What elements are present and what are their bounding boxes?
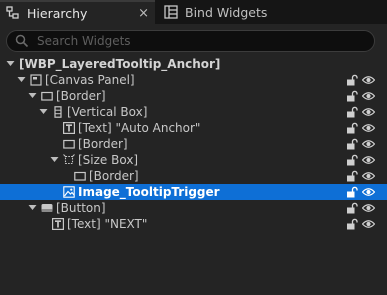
- search-input[interactable]: [37, 34, 357, 48]
- expand-arrow-icon[interactable]: [17, 75, 26, 84]
- visibility-eye-icon[interactable]: [362, 187, 375, 197]
- tree-row-label: [Border]: [89, 169, 139, 183]
- tree-row-label: [WBP_LayeredTooltip_Anchor]: [19, 57, 221, 71]
- tree-row-label: [Button]: [56, 201, 106, 215]
- tree-row-label: [Text] "Auto Anchor": [78, 121, 201, 135]
- expand-arrow-icon[interactable]: [6, 59, 15, 68]
- visibility-eye-icon[interactable]: [362, 123, 375, 133]
- tab-hierarchy[interactable]: Hierarchy ×: [0, 0, 155, 24]
- button-icon: [41, 204, 53, 212]
- unlock-icon[interactable]: [346, 202, 358, 214]
- unlock-icon[interactable]: [346, 90, 358, 102]
- canvas-panel-icon: [30, 74, 42, 86]
- tree-row-label: [Canvas Panel]: [45, 73, 135, 87]
- border-icon: [74, 171, 86, 181]
- expand-arrow-icon[interactable]: [50, 155, 59, 164]
- visibility-eye-icon[interactable]: [362, 107, 375, 117]
- vertical-box-icon: [54, 106, 62, 118]
- size-box-icon: [63, 154, 75, 165]
- tree-row-label: [Border]: [78, 137, 128, 151]
- tree-row[interactable]: [Text] "Auto Anchor": [0, 120, 387, 136]
- tree-row[interactable]: [Vertical Box]: [0, 104, 387, 120]
- expand-arrow-icon[interactable]: [28, 203, 37, 212]
- tree-row[interactable]: [Canvas Panel]: [0, 72, 387, 88]
- visibility-eye-icon[interactable]: [362, 139, 375, 149]
- text-icon: [63, 122, 75, 134]
- tree-row[interactable]: Image_TooltipTrigger: [0, 184, 387, 200]
- unlock-icon[interactable]: [346, 218, 358, 230]
- tree-row-label: [Size Box]: [78, 153, 139, 167]
- visibility-eye-icon[interactable]: [362, 171, 375, 181]
- tree-row[interactable]: [Border]: [0, 136, 387, 152]
- border-icon: [41, 91, 53, 101]
- unlock-icon[interactable]: [346, 106, 358, 118]
- text-icon: [52, 218, 64, 230]
- tree-row[interactable]: [Text] "NEXT": [0, 216, 387, 232]
- unlock-icon[interactable]: [346, 138, 358, 150]
- tab-bar: Hierarchy × Bind Widgets: [0, 0, 387, 24]
- tree-row[interactable]: [Border]: [0, 168, 387, 184]
- border-icon: [63, 139, 75, 149]
- tree-row[interactable]: [Button]: [0, 200, 387, 216]
- tree-root-row[interactable]: [WBP_LayeredTooltip_Anchor]: [0, 56, 387, 72]
- unlock-icon[interactable]: [346, 170, 358, 182]
- tab-bind-widgets[interactable]: Bind Widgets: [158, 0, 358, 24]
- search-box: [6, 30, 375, 52]
- tab-label: Bind Widgets: [185, 4, 268, 20]
- hierarchy-panel: [WBP_LayeredTooltip_Anchor] [Canvas Panel…: [0, 24, 387, 295]
- unlock-icon[interactable]: [346, 154, 358, 166]
- visibility-eye-icon[interactable]: [362, 155, 375, 165]
- image-icon: [63, 186, 75, 198]
- expand-arrow-icon[interactable]: [28, 91, 37, 100]
- unlock-icon[interactable]: [346, 186, 358, 198]
- tab-label: Hierarchy: [27, 5, 88, 21]
- tree-row[interactable]: [Border]: [0, 88, 387, 104]
- visibility-eye-icon[interactable]: [362, 219, 375, 229]
- bind-widgets-icon: [164, 5, 178, 19]
- tree-row[interactable]: [Size Box]: [0, 152, 387, 168]
- unlock-icon[interactable]: [346, 74, 358, 86]
- visibility-eye-icon[interactable]: [362, 91, 375, 101]
- visibility-eye-icon[interactable]: [362, 203, 375, 213]
- tree-row-label: [Vertical Box]: [67, 105, 148, 119]
- expand-arrow-icon[interactable]: [39, 107, 48, 116]
- tree-row-label: [Border]: [56, 89, 106, 103]
- visibility-eye-icon[interactable]: [362, 75, 375, 85]
- tree-row-label: [Text] "NEXT": [67, 217, 148, 231]
- unlock-icon[interactable]: [346, 122, 358, 134]
- close-tab-button[interactable]: ×: [138, 6, 149, 21]
- hierarchy-icon: [6, 6, 19, 19]
- search-icon: [15, 34, 29, 48]
- tree-row-label: Image_TooltipTrigger: [78, 185, 220, 199]
